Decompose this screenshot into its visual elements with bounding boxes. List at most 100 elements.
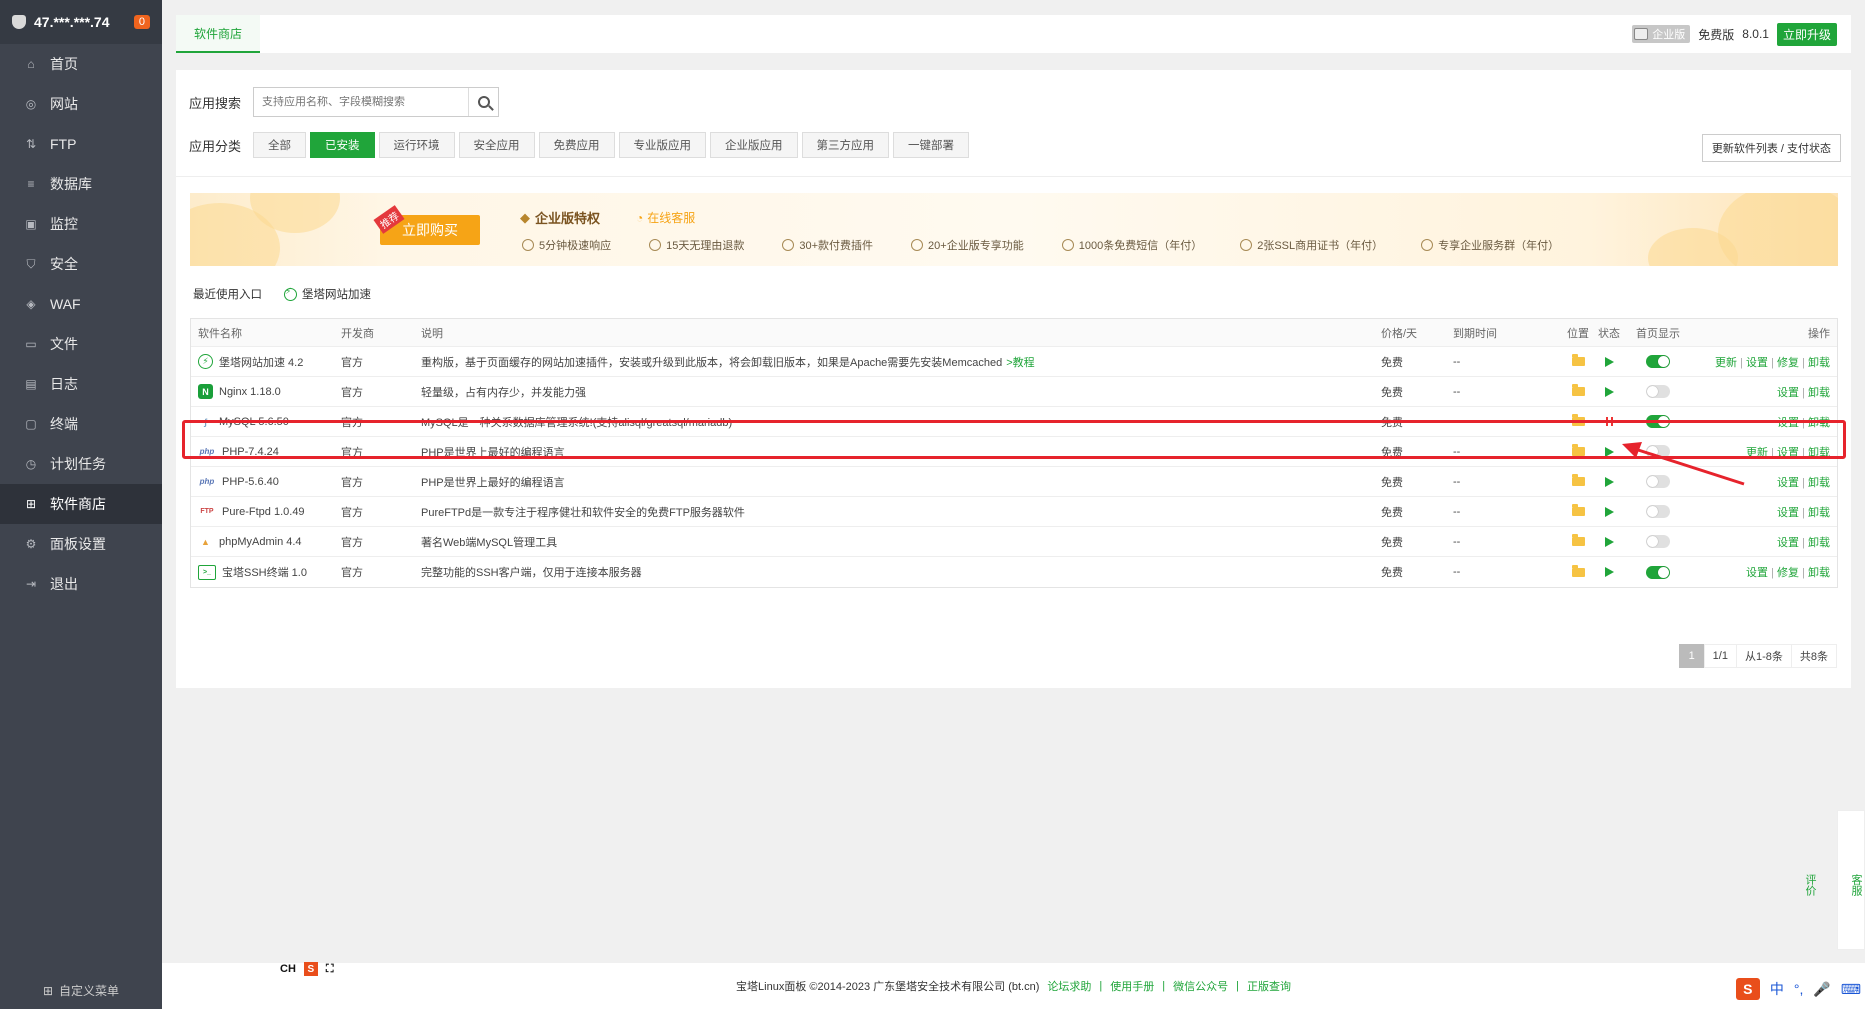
sidebar-item-1[interactable]: ◎ 网站 (0, 84, 162, 124)
action-link[interactable]: 卸载 (1808, 567, 1830, 579)
upgrade-button[interactable]: 立即升级 (1776, 22, 1837, 46)
software-name[interactable]: phpMyAdmin 4.4 (219, 536, 302, 548)
category-button-5[interactable]: 专业版应用 (618, 132, 707, 158)
category-button-8[interactable]: 一键部署 (893, 132, 970, 158)
sidebar-item-5[interactable]: ⛉ 安全 (0, 244, 162, 284)
folder-icon[interactable] (1571, 354, 1585, 366)
refresh-list-button[interactable]: 更新软件列表 / 支付状态 (1701, 134, 1841, 162)
action-link[interactable]: 卸载 (1808, 387, 1830, 399)
play-icon[interactable] (1604, 536, 1614, 547)
punctuation-icon[interactable]: °, (1794, 981, 1804, 997)
sidebar-item-6[interactable]: ◈ WAF (0, 284, 162, 324)
action-link[interactable]: 卸载 (1808, 507, 1830, 519)
folder-icon[interactable] (1571, 474, 1585, 486)
footer-link-wechat[interactable]: 微信公众号 (1173, 978, 1228, 994)
search-button[interactable] (468, 88, 498, 116)
category-button-4[interactable]: 免费应用 (538, 132, 615, 158)
folder-icon[interactable] (1571, 534, 1585, 546)
perk-icon (911, 239, 924, 251)
ime-mode-label[interactable]: 中 (1770, 979, 1784, 999)
rate-button[interactable]: 评价 (1802, 874, 1818, 896)
sidebar-item-10[interactable]: ◷ 计划任务 (0, 444, 162, 484)
action-link[interactable]: 设置 (1746, 357, 1768, 369)
action-link[interactable]: 卸载 (1808, 357, 1830, 369)
software-name[interactable]: Pure-Ftpd 1.0.49 (222, 506, 305, 518)
page-range: 从1-8条 (1735, 644, 1792, 668)
sidebar-item-12[interactable]: ⚙ 面板设置 (0, 524, 162, 564)
page-total: 共8条 (1790, 644, 1837, 668)
category-button-1[interactable]: 已安装 (310, 132, 375, 158)
footer-link-forum[interactable]: 论坛求助 (1047, 978, 1091, 994)
sidebar-item-9[interactable]: ▢ 终端 (0, 404, 162, 444)
category-button-6[interactable]: 企业版应用 (710, 132, 798, 158)
location-cell (1561, 504, 1595, 516)
perk-item: 20+企业版专享功能 (911, 237, 1024, 253)
table-row: ⚡ 堡塔网站加速 4.2 官方 重构版，基于页面缓存的网站加速插件，安装或升级到此版本… (191, 347, 1837, 377)
sidebar-item-11[interactable]: ⊞ 软件商店 (0, 484, 162, 524)
category-button-2[interactable]: 运行环境 (378, 132, 455, 158)
sogou-icon[interactable]: S (1735, 978, 1760, 1000)
action-separator: | (1799, 476, 1808, 489)
page-current[interactable]: 1 (1678, 644, 1705, 668)
folder-icon[interactable] (1571, 564, 1585, 577)
action-link[interactable]: 卸载 (1808, 477, 1830, 489)
software-name[interactable]: 宝塔SSH终端 1.0 (222, 564, 307, 580)
category-button-0[interactable]: 全部 (253, 132, 307, 158)
action-link[interactable]: 设置 (1777, 507, 1799, 519)
software-name[interactable]: Nginx 1.18.0 (219, 386, 281, 398)
search-input[interactable] (254, 96, 469, 108)
play-icon[interactable] (1604, 386, 1614, 397)
home-display-toggle[interactable] (1646, 565, 1670, 579)
software-name[interactable]: PHP-5.6.40 (222, 476, 279, 488)
sidebar-item-7[interactable]: ▭ 文件 (0, 324, 162, 364)
action-link[interactable]: 设置 (1777, 387, 1799, 399)
home-display-toggle[interactable] (1646, 385, 1670, 398)
sidebar-item-4[interactable]: ▣ 监控 (0, 204, 162, 244)
enterprise-tag[interactable]: 企业版 (1632, 25, 1691, 43)
action-link[interactable]: 修复 (1777, 567, 1799, 579)
play-icon[interactable] (1604, 567, 1614, 577)
category-button-7[interactable]: 第三方应用 (801, 132, 890, 158)
phpmyadmin-icon: ▲ (201, 536, 210, 547)
sidebar-item-0[interactable]: ⌂ 首页 (0, 44, 162, 84)
perk-icon (1421, 239, 1434, 251)
ime-lang-label[interactable]: CH (280, 963, 296, 975)
table-row: >_ 宝塔SSH终端 1.0 官方 完整功能的SSH客户端，仅用于连接本服务器 免费 --… (191, 557, 1837, 587)
footer-link-manual[interactable]: 使用手册 (1110, 978, 1154, 994)
actions-cell: 设置 | 修复 | 卸载 (1693, 564, 1837, 580)
keyboard-icon[interactable]: ⌨ (1841, 981, 1861, 998)
home-display-toggle[interactable] (1646, 505, 1670, 518)
recent-item-site-acceleration[interactable]: 堡塔网站加速 (284, 286, 371, 302)
microphone-icon[interactable]: 🎤 (1813, 981, 1830, 998)
folder-icon[interactable] (1571, 504, 1585, 516)
bolt-icon: ⚡ (198, 354, 213, 369)
action-link[interactable]: 修复 (1777, 357, 1799, 369)
home-display-toggle[interactable] (1646, 535, 1670, 548)
play-icon[interactable] (1604, 356, 1614, 367)
action-link[interactable]: 卸载 (1808, 537, 1830, 549)
play-icon[interactable] (1604, 476, 1614, 487)
developer-cell: 官方 (341, 356, 363, 369)
tab-software-store[interactable]: 软件商店 (176, 15, 261, 53)
sidebar-item-2[interactable]: ⇅ FTP (0, 124, 162, 164)
notification-badge[interactable]: 0 (133, 15, 150, 29)
category-button-3[interactable]: 安全应用 (458, 132, 535, 158)
action-link[interactable]: 更新 (1715, 357, 1737, 369)
custom-menu-button[interactable]: ⊞ 自定义菜单 (0, 982, 162, 999)
play-icon[interactable] (1604, 506, 1614, 517)
expand-icon[interactable]: ⛶ (326, 963, 334, 976)
folder-icon[interactable] (1571, 384, 1585, 396)
action-link[interactable]: 设置 (1777, 537, 1799, 549)
action-link[interactable]: 设置 (1777, 477, 1799, 489)
sogou-icon[interactable]: S (303, 962, 318, 976)
action-link[interactable]: 设置 (1746, 567, 1768, 579)
customer-service-button[interactable]: 客服 (1848, 874, 1864, 896)
footer-link-verify[interactable]: 正版查询 (1247, 978, 1291, 994)
tutorial-link[interactable]: >教程 (1006, 357, 1034, 369)
sidebar-item-3[interactable]: ≡ 数据库 (0, 164, 162, 204)
sidebar-item-13[interactable]: ⇥ 退出 (0, 564, 162, 604)
software-name[interactable]: 堡塔网站加速 4.2 (219, 354, 303, 370)
home-display-toggle[interactable] (1646, 355, 1670, 368)
online-service-link[interactable]: ◔ 在线客服 (636, 209, 695, 226)
sidebar-item-8[interactable]: ▤ 日志 (0, 364, 162, 404)
